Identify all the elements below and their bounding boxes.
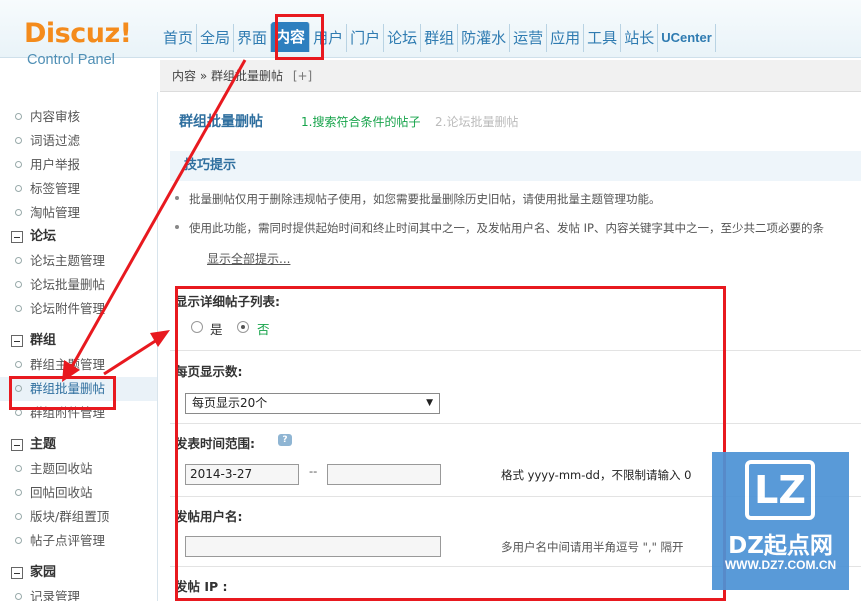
page-title: 群组批量删帖: [179, 114, 263, 130]
bullet-icon: [15, 489, 22, 496]
collapse-icon: [11, 231, 23, 243]
sidebar-item-word-filter[interactable]: 词语过滤: [0, 129, 157, 153]
sidebar-item-thread-recycle[interactable]: 主题回收站: [0, 457, 157, 481]
sidebar-item-comment-manage[interactable]: 帖子点评管理: [0, 529, 157, 553]
watermark-logo: LZ: [745, 460, 815, 520]
nav-interface[interactable]: 界面: [234, 24, 272, 52]
bullet-icon: [175, 196, 179, 200]
sidebar-item-forum-threads[interactable]: 论坛主题管理: [0, 249, 157, 273]
sidebar-item-record-manage[interactable]: 记录管理: [0, 585, 157, 601]
step-prune: 2.论坛批量删帖: [435, 115, 519, 129]
annotation-box-nav: [275, 14, 324, 60]
tip-line: 批量删帖仅用于删除违规帖子使用，如您需要批量删除历史旧帖，请使用批量主题管理功能…: [175, 191, 661, 207]
nav-ucenter[interactable]: UCenter: [658, 24, 716, 52]
top-navigation: 首页 全局 界面 内容 用户 门户 论坛 群组 防灌水 运营 应用 工具 站长 …: [160, 22, 716, 52]
watermark-name: DZ起点网: [728, 533, 833, 559]
bullet-icon: [15, 465, 22, 472]
logo-brand: Discuz!: [24, 18, 132, 49]
sidebar-item-collection-manage[interactable]: 淘帖管理: [0, 201, 157, 225]
nav-webmaster[interactable]: 站长: [621, 24, 659, 52]
bullet-icon: [15, 537, 22, 544]
sidebar-item-sticky[interactable]: 版块/群组置顶: [0, 505, 157, 529]
bullet-icon: [15, 281, 22, 288]
bullet-icon: [15, 137, 22, 144]
bullet-icon: [15, 361, 22, 368]
breadcrumb: 内容 » 群组批量删帖 [+]: [160, 60, 861, 92]
nav-forum[interactable]: 论坛: [384, 24, 422, 52]
site-watermark: LZ DZ起点网 WWW.DZ7.COM.CN: [712, 452, 849, 590]
sidebar-item-group-threads[interactable]: 群组主题管理: [0, 353, 157, 377]
bullet-icon: [15, 257, 22, 264]
bullet-icon: [15, 209, 22, 216]
bullet-icon: [15, 409, 22, 416]
show-all-tips-link[interactable]: 显示全部提示...: [207, 250, 290, 267]
sidebar-section-home[interactable]: 家园: [0, 561, 157, 585]
step-search[interactable]: 1.搜索符合条件的帖子: [301, 113, 420, 130]
sidebar-item-content-review[interactable]: 内容审核: [0, 105, 157, 129]
tips-heading: 技巧提示: [170, 151, 861, 181]
nav-portal[interactable]: 门户: [347, 24, 385, 52]
bullet-icon: [15, 593, 22, 600]
annotation-box-sidebar: [9, 376, 116, 410]
bullet-icon: [15, 305, 22, 312]
annotation-box-form: [175, 286, 726, 601]
breadcrumb-add-shortcut[interactable]: [+]: [293, 69, 312, 83]
collapse-icon: [11, 335, 23, 347]
sidebar-item-forum-attachments[interactable]: 论坛附件管理: [0, 297, 157, 321]
header: Discuz! Control Panel 首页 全局 界面 内容 用户 门户 …: [0, 0, 861, 68]
nav-global[interactable]: 全局: [197, 24, 235, 52]
sidebar-section-group[interactable]: 群组: [0, 329, 157, 353]
bullet-icon: [15, 113, 22, 120]
tip-line: 使用此功能，需同时提供起始时间和终止时间其中之一，及发帖用户名、发帖 IP、内容…: [175, 220, 824, 236]
nav-tools[interactable]: 工具: [584, 24, 622, 52]
nav-operation[interactable]: 运营: [510, 24, 548, 52]
discuz-logo[interactable]: Discuz! Control Panel: [24, 18, 134, 69]
sidebar-item-tag-manage[interactable]: 标签管理: [0, 177, 157, 201]
bullet-icon: [15, 513, 22, 520]
collapse-icon: [11, 567, 23, 579]
logo-subtitle: Control Panel: [27, 52, 115, 68]
breadcrumb-text: 内容 » 群组批量删帖: [172, 69, 283, 83]
collapse-icon: [11, 439, 23, 451]
nav-apps[interactable]: 应用: [547, 24, 585, 52]
sidebar-section-forum[interactable]: 论坛: [0, 225, 157, 249]
sidebar-item-reply-recycle[interactable]: 回帖回收站: [0, 481, 157, 505]
sidebar-item-forum-prune[interactable]: 论坛批量删帖: [0, 273, 157, 297]
nav-group[interactable]: 群组: [421, 24, 459, 52]
bullet-icon: [175, 225, 179, 229]
nav-antispam[interactable]: 防灌水: [458, 24, 511, 52]
title-row: 群组批量删帖 1.搜索符合条件的帖子 2.论坛批量删帖: [160, 93, 861, 147]
bullet-icon: [15, 161, 22, 168]
sidebar-section-thread[interactable]: 主题: [0, 433, 157, 457]
watermark-url: WWW.DZ7.COM.CN: [724, 558, 837, 572]
sidebar: 内容审核 词语过滤 用户举报 标签管理 淘帖管理 论坛 论坛主题管理 论坛批量删…: [0, 92, 158, 601]
nav-home[interactable]: 首页: [160, 24, 198, 52]
sidebar-item-user-report[interactable]: 用户举报: [0, 153, 157, 177]
bullet-icon: [15, 185, 22, 192]
